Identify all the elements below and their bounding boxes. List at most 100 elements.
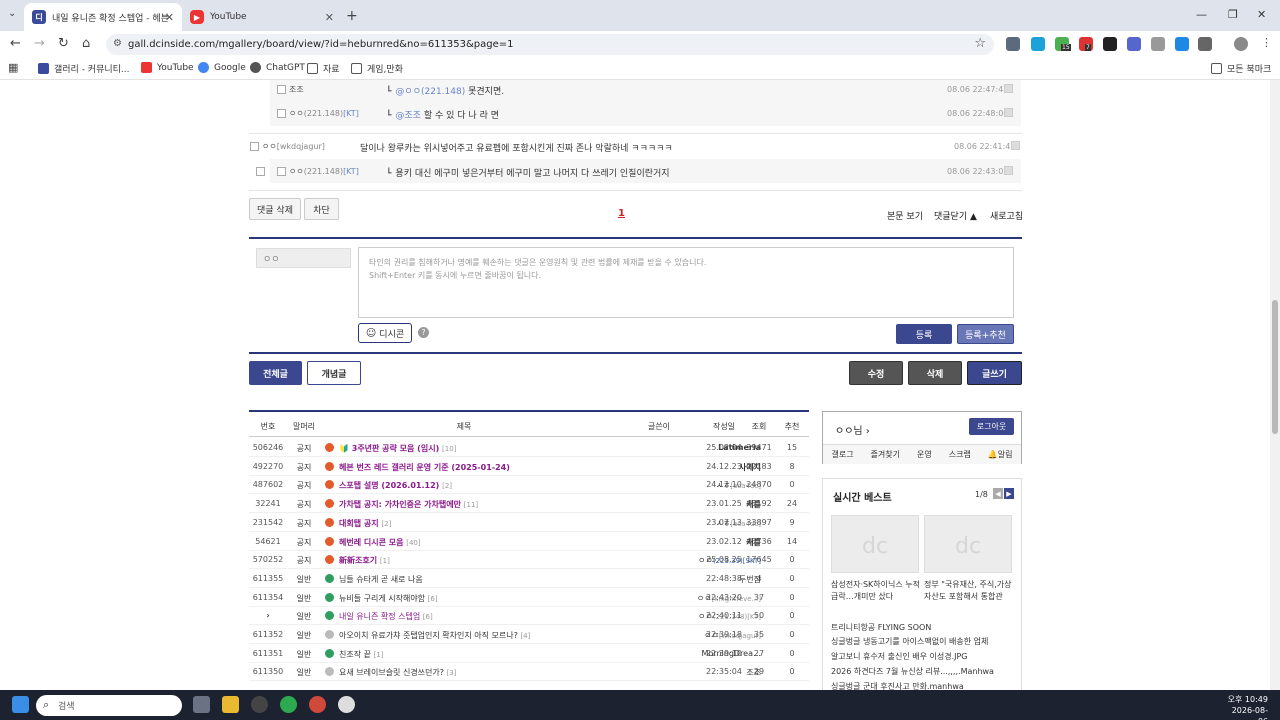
write-post-button[interactable]: 글쓰기 xyxy=(967,361,1022,385)
home-icon[interactable]: ⌂ xyxy=(82,36,90,51)
browser-tab-active[interactable]: 디 내일 유니즌 확정 스텝업 - 헤븐 ✕ xyxy=(24,3,182,31)
comment-textarea[interactable]: 타인의 권리를 침해하거나 명예를 훼손하는 댓글은 운영원칙 및 관련 법률에… xyxy=(358,247,1014,318)
bookmark-folder-games[interactable]: 게임,만화 xyxy=(351,62,403,75)
delete-comment-icon[interactable] xyxy=(1004,84,1013,93)
delete-comment-icon[interactable] xyxy=(1004,108,1013,117)
comment-checkbox[interactable] xyxy=(250,141,259,151)
view-post-link[interactable]: 본문 보기 xyxy=(887,209,923,222)
notification-link[interactable]: 🔔알림 xyxy=(988,449,1013,460)
maximize-icon[interactable]: ❐ xyxy=(1228,8,1238,21)
bookmark-folder-materials[interactable]: 자료 xyxy=(307,62,340,75)
delete-comment-icon[interactable] xyxy=(1004,166,1013,175)
favorites-link[interactable]: 즐겨찾기 xyxy=(871,449,900,460)
best-list-item[interactable]: 알고보니 휴수저 출신인 배우 이성경.JPG xyxy=(831,651,968,662)
post-title[interactable]: 요새 브레이브슬릿 신경쓰던가? [3] xyxy=(325,667,625,678)
nickname-input[interactable]: ㅇㅇ xyxy=(256,248,351,268)
page-scrollbar[interactable] xyxy=(1270,80,1280,690)
extension-icon[interactable] xyxy=(1103,37,1117,51)
submit-button[interactable]: 등록 xyxy=(896,324,952,344)
new-tab-icon[interactable]: + xyxy=(346,8,358,24)
extension-icon[interactable] xyxy=(1031,37,1045,51)
comment-checkbox[interactable] xyxy=(256,167,265,176)
submit-recommend-button[interactable]: 등록+추천 xyxy=(957,324,1014,344)
tab-close-icon[interactable]: ✕ xyxy=(325,11,334,24)
block-button[interactable]: 차단 xyxy=(304,198,339,220)
comment-checkbox[interactable] xyxy=(277,108,286,118)
table-row[interactable]: 54621 공지 헤번레 디시콘 모음 [40] 캐틀 23.02.12 45736 14 xyxy=(249,532,809,551)
extension-icon[interactable]: 7 xyxy=(1079,37,1093,51)
tab-search-icon[interactable]: ⌄ xyxy=(8,8,16,19)
table-row[interactable]: 487602 공지 스포탭 설명 (2026.01.12) [2] ㅅㅎ[aca4dc… xyxy=(249,475,809,495)
apps-grid-icon[interactable]: ▦ xyxy=(8,61,18,74)
forward-icon[interactable]: → xyxy=(34,36,45,51)
extension-icon[interactable] xyxy=(1151,37,1165,51)
user-name[interactable]: ㅇㅇ님 › xyxy=(835,422,870,437)
extension-icon[interactable] xyxy=(1006,37,1020,51)
extension-icon[interactable] xyxy=(1127,37,1141,51)
table-row[interactable]: 506246 공지 🔰 3주년판 공략 모음 (임시) [10] Latimeria 2… xyxy=(249,438,809,457)
scrap-link[interactable]: 스크랩 xyxy=(949,449,971,460)
tab-close-icon[interactable]: ✕ xyxy=(165,11,174,24)
system-clock[interactable]: 오후 10:49 2026-08-06 xyxy=(1222,694,1268,720)
bookmark-star-icon[interactable]: ☆ xyxy=(974,36,986,51)
post-title[interactable]: 내일 유니즌 확정 스텝업 [6] xyxy=(325,611,625,622)
extension-icon[interactable]: 15 xyxy=(1055,37,1071,51)
close-window-icon[interactable]: ✕ xyxy=(1257,8,1266,21)
all-bookmarks[interactable]: 모든 북마크 xyxy=(1211,62,1271,75)
comment-nick[interactable]: ㅇㅇ xyxy=(289,166,304,177)
manage-link[interactable]: 운영 xyxy=(917,449,932,460)
post-title[interactable]: 가차탭 공지: 가차인증은 가차탭에만 [11] xyxy=(325,499,625,510)
chrome-icon[interactable] xyxy=(280,696,297,713)
post-title[interactable]: 대회탭 공지 [2] xyxy=(325,517,625,529)
best-list-item[interactable]: 2026 하견다즈 7월 뉴신상 리뷰...,,,,.Manhwa xyxy=(831,666,994,677)
best-thumbnail[interactable]: dc xyxy=(924,515,1012,573)
edit-button[interactable]: 수정 xyxy=(849,361,903,385)
taskbar-search[interactable]: ⌕ 검색 xyxy=(36,695,182,716)
post-title[interactable]: 아오이치 유료가챠 줏탭업인지 확차인지 아직 모르나? [4] xyxy=(325,630,625,641)
post-title[interactable]: 스포탭 설명 (2026.01.12) [2] xyxy=(325,480,625,491)
site-info-icon[interactable]: ⚙ xyxy=(113,38,122,49)
post-title[interactable]: 님들 슈타게 곧 새로 나옴 xyxy=(325,573,625,585)
post-title[interactable]: 친조작 끝 [1] xyxy=(325,648,625,660)
comment-checkbox[interactable] xyxy=(277,84,286,94)
file-explorer-icon[interactable] xyxy=(222,696,239,713)
chrome-profile-icon[interactable] xyxy=(309,696,326,713)
mention[interactable]: @ㅇㅇ(221.148) xyxy=(395,87,465,97)
table-row[interactable]: 611354 일반 뉴비들 구리게 시작해야함 [6] ㅇㅇ[knightfeve..… xyxy=(249,588,809,607)
next-arrow-icon[interactable]: ▶ xyxy=(1004,488,1014,499)
help-icon[interactable]: ? xyxy=(418,327,429,338)
all-posts-button[interactable]: 전체글 xyxy=(249,361,302,385)
delete-button[interactable]: 삭제 xyxy=(908,361,962,385)
concept-posts-button[interactable]: 개념글 xyxy=(307,361,361,385)
table-row[interactable]: 611350 일반 요새 브레이브슬릿 신경쓰던가? [3] 조조 22:35:04 29… xyxy=(249,662,809,682)
comment-page-number[interactable]: 1 xyxy=(618,208,625,219)
post-title[interactable]: 헤번레 디시콘 모음 [40] xyxy=(325,536,625,548)
profile-avatar-icon[interactable] xyxy=(1234,37,1248,51)
best-caption[interactable]: 정부 "국유재산, 주식,가상자산도 포함해서 통합관 xyxy=(924,579,1014,603)
menu-kebab-icon[interactable]: ⋮ xyxy=(1261,36,1272,49)
best-list-item[interactable]: 트리니티항공 FLYING SOON xyxy=(831,622,931,633)
back-icon[interactable]: ← xyxy=(10,36,21,51)
table-row[interactable]: 570252 공지 新新조호기 [1] ㅇㅇ(223.39)[SKT] 25.08.25… xyxy=(249,550,809,570)
collapse-comments-link[interactable]: 댓글닫기 ▲ xyxy=(934,209,977,222)
post-title[interactable]: 新新조호기 [1] xyxy=(325,555,625,566)
best-thumbnail[interactable]: dc xyxy=(831,515,919,573)
task-view-icon[interactable] xyxy=(193,696,210,713)
best-list-item[interactable]: 싱글벙글 냉동고기를 아이스팩없이 배송한 업체 xyxy=(831,636,988,647)
app-icon[interactable] xyxy=(338,696,355,713)
prev-arrow-icon[interactable]: ◀ xyxy=(993,488,1003,499)
reload-icon[interactable]: ↻ xyxy=(58,36,69,51)
table-row[interactable]: 492270 공지 헤븐 번즈 레드 갤러리 운영 기준 (2025-01-24) … xyxy=(249,457,809,476)
delete-comment-icon[interactable] xyxy=(1011,141,1020,150)
download-icon[interactable] xyxy=(1175,37,1189,51)
bookmark-chatgpt[interactable]: ChatGPT xyxy=(250,62,305,73)
comment-nick[interactable]: ㅇㅇ xyxy=(262,141,277,152)
post-title[interactable]: 뉴비들 구리게 시작해야함 [6] xyxy=(325,592,625,604)
table-row[interactable]: 611351 일반 친조작 끝 [1] MorningDrea… 22:39:10 27 0 xyxy=(249,644,809,663)
comment-checkbox[interactable] xyxy=(277,166,286,176)
logout-button[interactable]: 로그아웃 xyxy=(969,418,1014,435)
bookmark-gallery[interactable]: 갤러리 - 커뮤니티... xyxy=(38,62,130,75)
post-title[interactable]: 🔰 3주년판 공략 모음 (임시) [10] xyxy=(325,443,625,454)
scrollbar-thumb[interactable] xyxy=(1272,300,1278,434)
gallog-link[interactable]: 갤로그 xyxy=(831,449,853,460)
